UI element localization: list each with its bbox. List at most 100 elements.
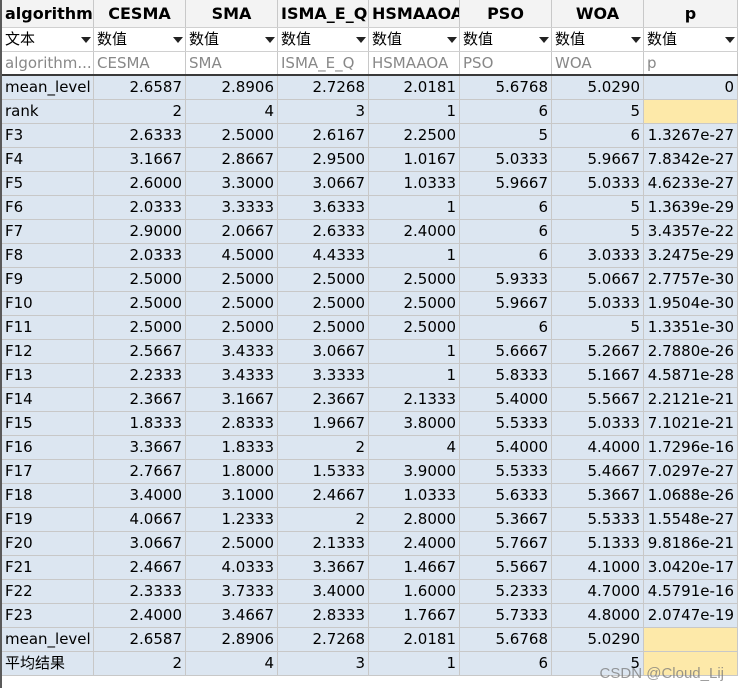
table-cell[interactable]: 4.8000 — [552, 604, 644, 627]
table-cell[interactable]: F4 — [2, 148, 94, 171]
table-cell[interactable]: 1.0333 — [369, 172, 460, 195]
table-cell[interactable]: 5.4000 — [460, 436, 552, 459]
table-cell[interactable]: 2.5000 — [186, 292, 278, 315]
table-cell[interactable]: F9 — [2, 268, 94, 291]
table-cell[interactable]: 7.0297e-27 — [644, 460, 738, 483]
table-cell[interactable]: 1.0333 — [369, 484, 460, 507]
table-cell[interactable]: F18 — [2, 484, 94, 507]
column-header[interactable]: CESMA — [94, 0, 186, 27]
table-cell[interactable]: 2.0747e-19 — [644, 604, 738, 627]
table-cell[interactable]: 3.1667 — [186, 388, 278, 411]
table-cell[interactable]: 5.9667 — [460, 172, 552, 195]
table-cell[interactable]: 3.3333 — [186, 196, 278, 219]
table-cell[interactable]: 2.5000 — [186, 268, 278, 291]
table-cell[interactable]: 1.3351e-30 — [644, 316, 738, 339]
table-cell[interactable]: 2.6333 — [278, 220, 369, 243]
table-cell[interactable]: 1.3267e-27 — [644, 124, 738, 147]
table-cell[interactable]: 2.4000 — [94, 604, 186, 627]
table-cell[interactable]: F17 — [2, 460, 94, 483]
table-cell[interactable]: 7.8342e-27 — [644, 148, 738, 171]
table-cell[interactable]: 1.2333 — [186, 508, 278, 531]
table-cell[interactable]: 1 — [369, 364, 460, 387]
column-header[interactable]: algorithm... — [2, 0, 94, 27]
column-type-filter[interactable]: 数值 — [186, 28, 278, 51]
column-type-filter[interactable]: 数值 — [278, 28, 369, 51]
table-cell[interactable]: 5.3667 — [552, 484, 644, 507]
column-filter-input[interactable]: SMA — [186, 52, 278, 74]
table-cell[interactable]: 5.9333 — [460, 268, 552, 291]
table-cell[interactable]: 5.9667 — [552, 148, 644, 171]
table-cell[interactable]: 5 — [460, 124, 552, 147]
table-cell[interactable]: mean_level — [2, 76, 94, 99]
table-cell[interactable]: F21 — [2, 556, 94, 579]
table-cell[interactable]: 3.8000 — [369, 412, 460, 435]
table-cell[interactable]: F19 — [2, 508, 94, 531]
table-cell[interactable]: 5.8333 — [460, 364, 552, 387]
table-cell[interactable]: 5.5333 — [552, 508, 644, 531]
table-cell[interactable]: 2.8333 — [278, 604, 369, 627]
table-cell[interactable]: 1 — [369, 244, 460, 267]
table-cell[interactable]: 2 — [278, 508, 369, 531]
table-cell[interactable]: 2.8906 — [186, 76, 278, 99]
table-cell[interactable]: 1.6000 — [369, 580, 460, 603]
table-cell[interactable]: 5.7333 — [460, 604, 552, 627]
table-cell[interactable]: F13 — [2, 364, 94, 387]
table-cell[interactable]: 4.4333 — [278, 244, 369, 267]
column-header[interactable]: HSMAAOA — [369, 0, 460, 27]
table-cell[interactable]: 2 — [278, 436, 369, 459]
table-cell[interactable]: 6 — [460, 652, 552, 675]
table-cell[interactable]: 3.4000 — [94, 484, 186, 507]
table-cell[interactable]: 2.3667 — [94, 388, 186, 411]
table-cell[interactable]: 5.5333 — [460, 412, 552, 435]
table-cell[interactable]: 4.4000 — [552, 436, 644, 459]
table-cell[interactable]: 9.8186e-21 — [644, 532, 738, 555]
table-cell[interactable]: F15 — [2, 412, 94, 435]
table-cell[interactable]: 2.3333 — [94, 580, 186, 603]
table-cell[interactable]: 4 — [186, 652, 278, 675]
table-cell[interactable]: 2.2333 — [94, 364, 186, 387]
table-cell[interactable]: 3.2475e-29 — [644, 244, 738, 267]
table-cell[interactable]: 2.8000 — [369, 508, 460, 531]
table-cell[interactable]: 2.7667 — [94, 460, 186, 483]
table-cell[interactable]: 5.0333 — [552, 292, 644, 315]
table-cell[interactable]: F23 — [2, 604, 94, 627]
table-cell[interactable]: 2.9500 — [278, 148, 369, 171]
table-cell[interactable]: 5.2667 — [552, 340, 644, 363]
table-cell[interactable]: 5.6768 — [460, 628, 552, 651]
table-cell[interactable]: 3.3667 — [278, 556, 369, 579]
table-cell[interactable]: F6 — [2, 196, 94, 219]
table-cell[interactable]: 平均结果 — [2, 652, 94, 675]
table-cell[interactable]: 1.7296e-16 — [644, 436, 738, 459]
table-cell[interactable]: 2.0333 — [94, 244, 186, 267]
table-cell[interactable]: 2.6000 — [94, 172, 186, 195]
table-cell[interactable]: 2.9000 — [94, 220, 186, 243]
table-cell[interactable]: 2.6167 — [278, 124, 369, 147]
dropdown-arrow-icon[interactable] — [631, 37, 641, 43]
table-cell[interactable]: 5.1333 — [552, 532, 644, 555]
column-header[interactable]: WOA — [552, 0, 644, 27]
table-cell[interactable]: 1.0167 — [369, 148, 460, 171]
column-filter-input[interactable]: p — [644, 52, 738, 74]
table-cell[interactable]: 5.0333 — [552, 412, 644, 435]
dropdown-arrow-icon[interactable] — [265, 37, 275, 43]
table-cell[interactable]: 3.1667 — [94, 148, 186, 171]
table-cell[interactable]: 7.1021e-21 — [644, 412, 738, 435]
table-cell[interactable]: 3.4333 — [186, 340, 278, 363]
dropdown-arrow-icon[interactable] — [81, 37, 91, 43]
table-cell[interactable]: 3.9000 — [369, 460, 460, 483]
dropdown-arrow-icon[interactable] — [356, 37, 366, 43]
table-cell[interactable]: 3.7333 — [186, 580, 278, 603]
table-cell[interactable]: 2.7268 — [278, 628, 369, 651]
table-cell[interactable]: 1 — [369, 100, 460, 123]
table-cell[interactable]: 3 — [278, 100, 369, 123]
table-cell[interactable]: 3.0333 — [552, 244, 644, 267]
column-type-filter[interactable]: 数值 — [552, 28, 644, 51]
table-cell[interactable]: 2.5000 — [278, 292, 369, 315]
table-cell[interactable]: 5.9667 — [460, 292, 552, 315]
table-cell[interactable]: 2.8906 — [186, 628, 278, 651]
table-cell[interactable]: 5.0667 — [552, 268, 644, 291]
column-type-filter[interactable]: 数值 — [644, 28, 738, 51]
table-cell[interactable]: 1.5548e-27 — [644, 508, 738, 531]
table-cell[interactable]: F12 — [2, 340, 94, 363]
table-cell[interactable]: 3.0667 — [278, 340, 369, 363]
